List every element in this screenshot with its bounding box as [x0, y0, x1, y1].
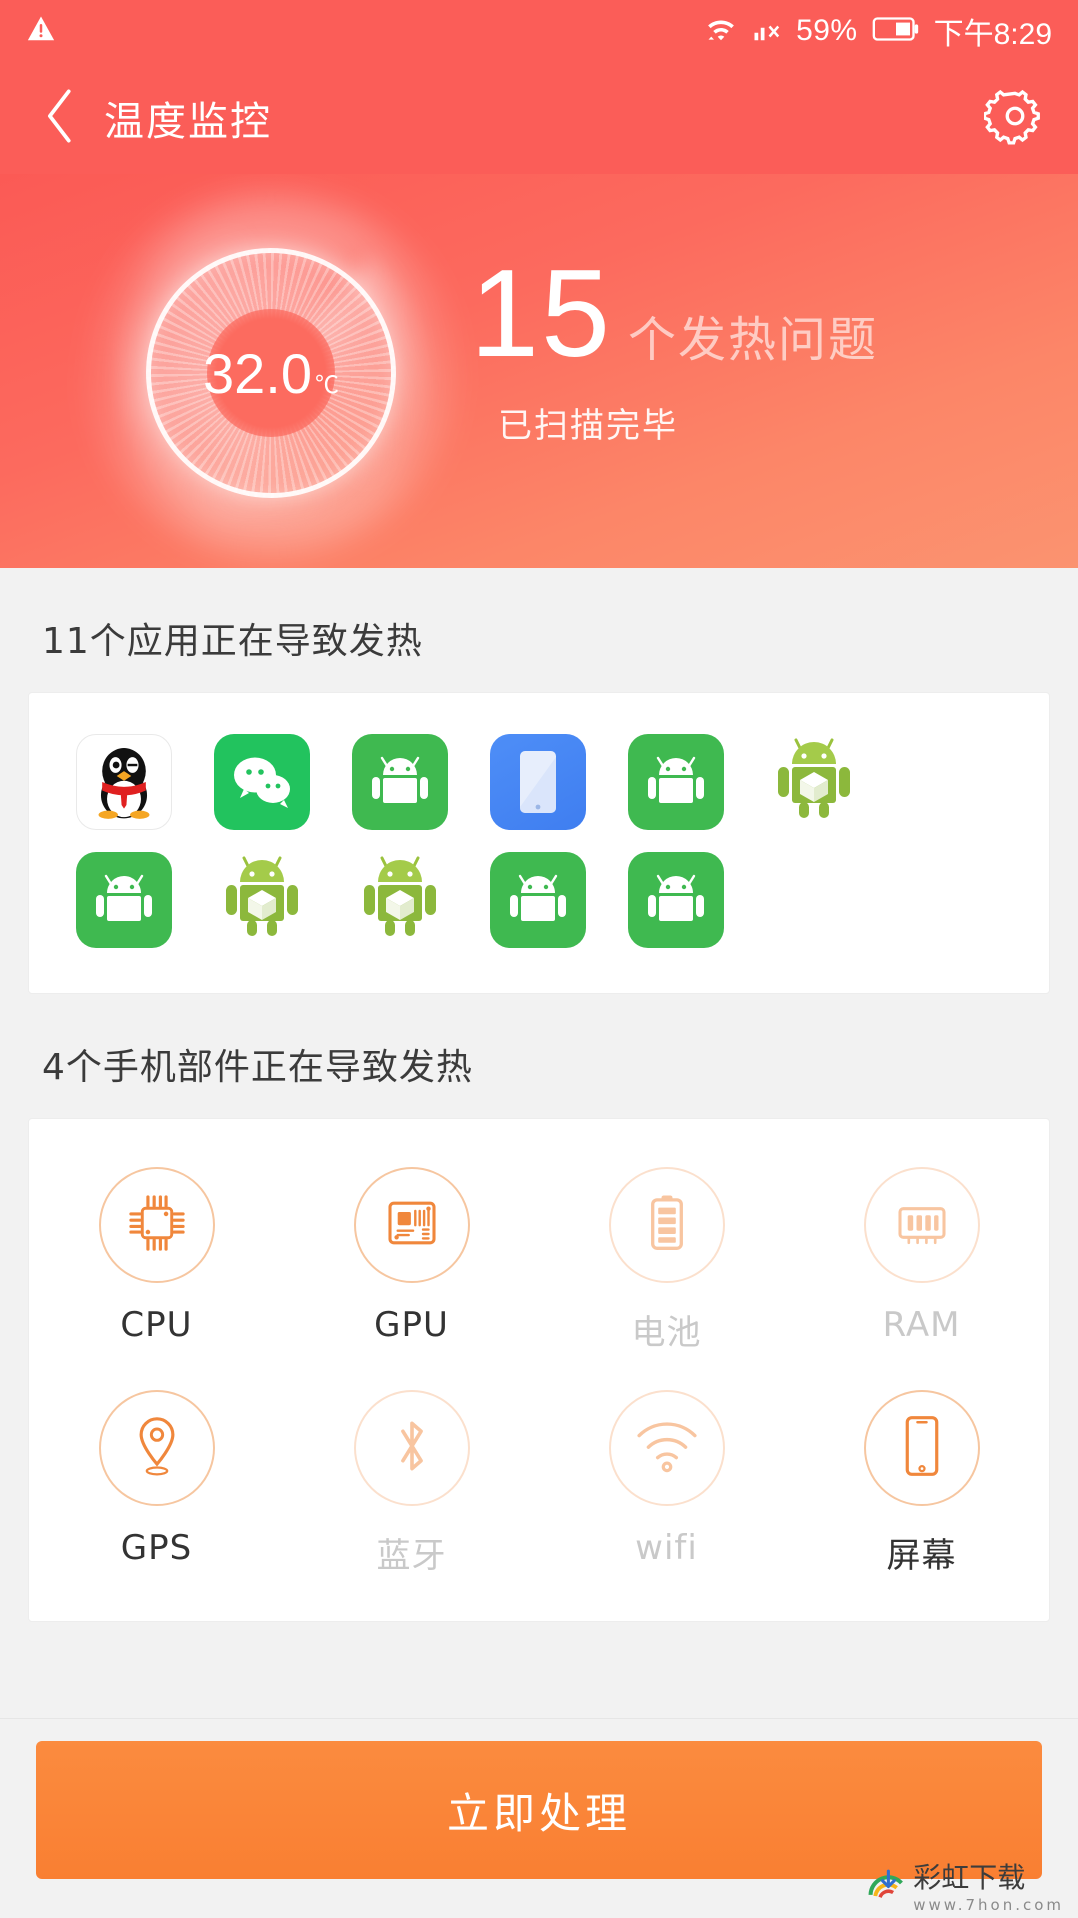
watermark: 彩虹下载 www.7hon.com [867, 1856, 1064, 1914]
temperature-readout: 32.0 ℃ [203, 341, 339, 406]
component-item-ram[interactable]: RAM [794, 1153, 1049, 1376]
status-bar-right: 59% 下午8:29 [704, 9, 1052, 53]
component-item-gps[interactable]: GPS [29, 1376, 284, 1599]
apk-installer-icon [356, 852, 444, 949]
gear-icon [982, 85, 1046, 152]
temperature-hero: 32.0 ℃ 15 个发热问题 已扫描完毕 [0, 174, 1078, 568]
component-row: GPS 蓝牙 wifi 屏幕 [29, 1376, 1049, 1599]
issue-count-line: 15 个发热问题 [470, 252, 1050, 376]
apk-installer-icon [218, 852, 306, 949]
content-scroll-area[interactable]: 11个应用正在导致发热 4个手机部件正在导致发热 CPU GPU 电池 RAM … [0, 568, 1078, 1788]
app-item-android-5[interactable] [607, 841, 745, 959]
temperature-dial: 32.0 ℃ [146, 248, 396, 498]
issue-summary: 15 个发热问题 已扫描完毕 [470, 252, 1050, 447]
screen-icon [897, 1412, 947, 1485]
app-item-qq[interactable] [55, 723, 193, 841]
component-item-bluetooth[interactable]: 蓝牙 [284, 1376, 539, 1599]
wifi-icon [704, 14, 738, 49]
app-bar: 温度监控 [0, 62, 1078, 174]
component-icon-ring [608, 1390, 725, 1506]
watermark-subtext: www.7hon.com [913, 1896, 1064, 1914]
watermark-text: 彩虹下载 [913, 1861, 1026, 1894]
app-item-apk-1[interactable] [745, 723, 883, 841]
component-label: RAM [882, 1305, 961, 1345]
issue-count: 15 [470, 245, 612, 383]
signal-no-service-icon [752, 15, 782, 48]
app-item-android-2[interactable] [607, 723, 745, 841]
back-chevron-icon [42, 87, 78, 150]
component-label: 屏幕 [886, 1536, 957, 1576]
component-icon-ring [608, 1167, 725, 1283]
app-item-wechat[interactable] [193, 723, 331, 841]
component-item-gpu[interactable]: GPU [284, 1153, 539, 1376]
apk-installer-icon [770, 734, 858, 831]
location-pin-icon [128, 1412, 186, 1485]
status-bar-clock: 下午8:29 [933, 18, 1052, 51]
component-label: GPU [374, 1305, 449, 1345]
android-app-icon [76, 852, 172, 948]
component-icon-ring [353, 1390, 470, 1506]
component-label: 电池 [631, 1313, 702, 1353]
component-icon-ring [98, 1167, 215, 1283]
components-card: CPU GPU 电池 RAM GPS 蓝牙 wifi 屏幕 [28, 1118, 1050, 1622]
battery-percent-label: 59% [796, 14, 858, 47]
app-item-android-4[interactable] [469, 841, 607, 959]
warning-triangle-icon [26, 14, 56, 49]
ram-icon [889, 1193, 955, 1258]
component-icon-ring [98, 1390, 215, 1506]
components-section-title: 4个手机部件正在导致发热 [42, 1047, 473, 1088]
battery-icon [872, 15, 920, 48]
wechat-app-icon [214, 734, 310, 830]
temperature-unit: ℃ [315, 371, 339, 399]
settings-button[interactable] [982, 85, 1048, 151]
apps-card [28, 692, 1050, 994]
component-item-battery[interactable]: 电池 [539, 1153, 794, 1376]
component-label: wifi [635, 1528, 698, 1568]
component-label: GPS [120, 1528, 193, 1568]
apps-section-title: 11个应用正在导致发热 [42, 621, 423, 662]
component-item-screen[interactable]: 屏幕 [794, 1376, 1049, 1599]
app-row [55, 723, 1023, 841]
app-item-phone-manager[interactable] [469, 723, 607, 841]
component-label: CPU [120, 1305, 193, 1345]
component-item-cpu[interactable]: CPU [29, 1153, 284, 1376]
cpu-icon [123, 1189, 191, 1262]
wifi-icon [632, 1417, 702, 1480]
component-label: 蓝牙 [376, 1536, 447, 1576]
app-item-apk-3[interactable] [331, 841, 469, 959]
status-bar: 59% 下午8:29 [0, 0, 1078, 62]
android-app-icon [352, 734, 448, 830]
android-app-icon [628, 852, 724, 948]
android-app-icon [490, 852, 586, 948]
qq-app-icon [76, 734, 172, 830]
temperature-value: 32.0 [203, 341, 312, 405]
phone-manager-app-icon [490, 734, 586, 830]
component-row: CPU GPU 电池 RAM [29, 1153, 1049, 1376]
status-bar-left [26, 14, 704, 49]
app-item-android-1[interactable] [331, 723, 469, 841]
component-icon-ring [863, 1390, 980, 1506]
battery-icon [639, 1190, 695, 1261]
gpu-icon [379, 1190, 445, 1261]
app-row [55, 841, 1023, 959]
page-title: 温度监控 [104, 99, 272, 145]
app-cell-empty [745, 841, 883, 959]
back-button[interactable] [30, 83, 90, 153]
component-item-wifi[interactable]: wifi [539, 1376, 794, 1599]
component-icon-ring [863, 1167, 980, 1283]
app-item-android-3[interactable] [55, 841, 193, 959]
bottom-action-bar: 立即处理 彩虹下载 www.7hon.com [0, 1718, 1078, 1918]
rainbow-logo-icon [867, 1864, 905, 1907]
issue-count-label: 个发热问题 [627, 312, 878, 368]
scan-status-text: 已扫描完毕 [498, 406, 678, 446]
app-item-apk-2[interactable] [193, 841, 331, 959]
bluetooth-icon [386, 1412, 438, 1485]
android-app-icon [628, 734, 724, 830]
component-icon-ring [353, 1167, 470, 1283]
